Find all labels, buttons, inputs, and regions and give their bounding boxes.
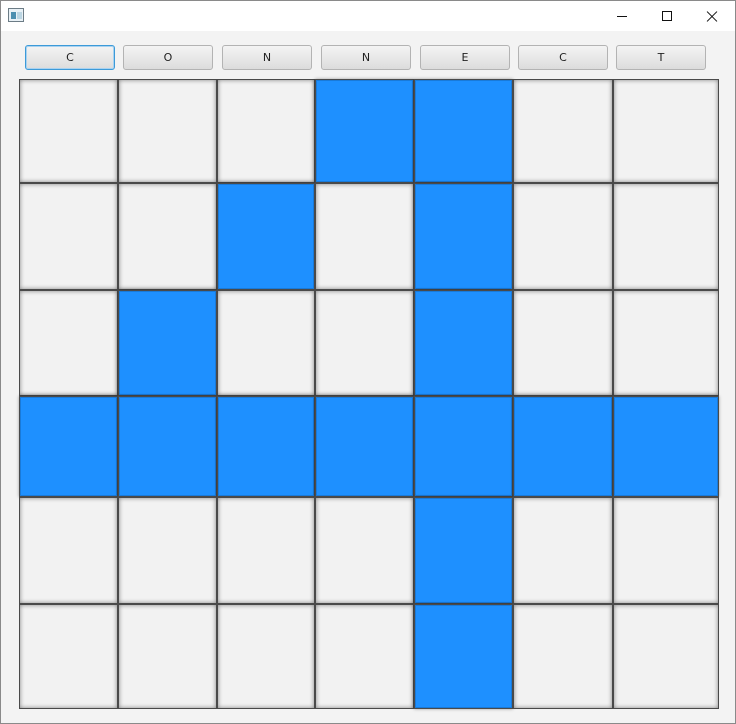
maximize-button[interactable]	[644, 1, 690, 31]
board-cell[interactable]	[118, 396, 217, 497]
column-button-1[interactable]: C	[25, 45, 115, 70]
board-cell[interactable]	[217, 497, 315, 604]
board-cell[interactable]	[118, 290, 217, 396]
close-icon	[706, 10, 718, 22]
board-cell[interactable]	[613, 79, 719, 183]
board-cell[interactable]	[513, 290, 613, 396]
board-cell[interactable]	[217, 290, 315, 396]
game-board	[19, 79, 719, 709]
column-button-5[interactable]: E	[420, 45, 510, 70]
column-button-4[interactable]: N	[321, 45, 411, 70]
column-button-7[interactable]: T	[616, 45, 706, 70]
board-cell[interactable]	[513, 79, 613, 183]
board-cell[interactable]	[414, 497, 513, 604]
board-cell[interactable]	[613, 183, 719, 290]
board-cell[interactable]	[217, 183, 315, 290]
board-cell[interactable]	[315, 396, 414, 497]
app-icon	[8, 8, 24, 22]
board-cell[interactable]	[315, 79, 414, 183]
close-button[interactable]	[689, 1, 735, 31]
board-cell[interactable]	[414, 290, 513, 396]
board-cell[interactable]	[414, 79, 513, 183]
board-cell[interactable]	[315, 604, 414, 709]
board-cell[interactable]	[19, 183, 118, 290]
board-cell[interactable]	[315, 183, 414, 290]
board-cell[interactable]	[19, 604, 118, 709]
board-cell[interactable]	[315, 290, 414, 396]
app-window: C O N N E C T	[0, 0, 736, 724]
board-cell[interactable]	[118, 183, 217, 290]
board-cell[interactable]	[414, 183, 513, 290]
minimize-button[interactable]	[599, 1, 645, 31]
board-cell[interactable]	[118, 604, 217, 709]
board-cell[interactable]	[414, 396, 513, 497]
board-cell[interactable]	[513, 497, 613, 604]
board-cell[interactable]	[513, 183, 613, 290]
column-button-6[interactable]: C	[518, 45, 608, 70]
board-cell[interactable]	[118, 497, 217, 604]
title-bar[interactable]	[1, 1, 735, 31]
board-cell[interactable]	[613, 290, 719, 396]
board-cell[interactable]	[613, 604, 719, 709]
minimize-icon	[617, 15, 627, 17]
column-button-3[interactable]: N	[222, 45, 312, 70]
board-cell[interactable]	[19, 290, 118, 396]
maximize-icon	[662, 11, 672, 21]
board-cell[interactable]	[217, 604, 315, 709]
board-cell[interactable]	[19, 497, 118, 604]
board-cell[interactable]	[513, 396, 613, 497]
board-cell[interactable]	[217, 79, 315, 183]
board-cell[interactable]	[217, 396, 315, 497]
board-cell[interactable]	[613, 497, 719, 604]
board-cell[interactable]	[613, 396, 719, 497]
board-cell[interactable]	[19, 79, 118, 183]
board-cell[interactable]	[414, 604, 513, 709]
board-cell[interactable]	[315, 497, 414, 604]
column-button-2[interactable]: O	[123, 45, 213, 70]
board-cell[interactable]	[118, 79, 217, 183]
board-cell[interactable]	[513, 604, 613, 709]
board-cell[interactable]	[19, 396, 118, 497]
